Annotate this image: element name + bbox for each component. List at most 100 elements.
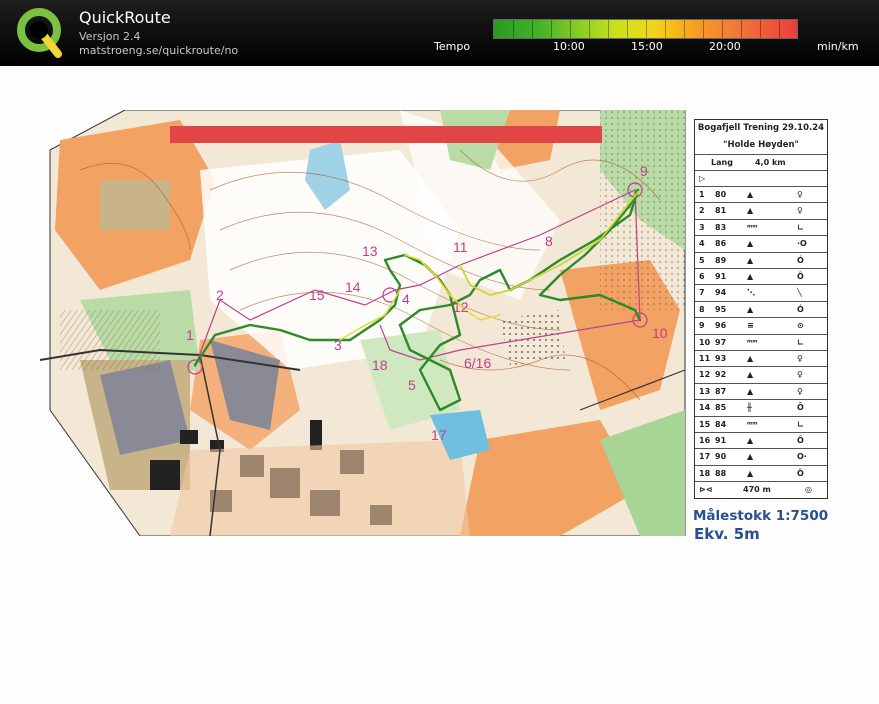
control-number: 7 — [699, 288, 705, 298]
card-control-row: 14 85 ╫ Ō — [695, 399, 827, 416]
control-detail-icon: ·O — [797, 239, 807, 249]
control-detail-icon: ♀ — [797, 386, 803, 396]
card-control-row: 11 93 ▲ ♀ — [695, 350, 827, 367]
control-code: 80 — [715, 190, 727, 199]
control-feature-icon: ᵐᵐ — [747, 222, 758, 232]
control-label: 2 — [216, 287, 224, 303]
finish-distance: 470 m — [743, 485, 771, 494]
control-label: 15 — [309, 287, 325, 303]
control-code: 87 — [715, 386, 727, 396]
control-detail-icon: Ô — [797, 272, 804, 281]
control-detail-icon: ∟ — [797, 419, 804, 429]
control-detail-icon: Ó — [797, 304, 804, 314]
control-label: 12 — [453, 299, 469, 315]
control-number: 6 — [699, 272, 705, 281]
control-number: 4 — [699, 239, 705, 249]
control-number: 17 — [699, 452, 711, 462]
control-detail-icon: O· — [797, 452, 807, 462]
card-control-row: 9 96 ≡ ⊙ — [695, 317, 827, 334]
card-control-row: 10 97 ᵐᵐ ∟ — [695, 333, 827, 351]
control-number: 2 — [699, 206, 705, 216]
control-feature-icon: ▲ — [747, 272, 754, 281]
control-code: 96 — [715, 321, 727, 331]
control-label: 14 — [345, 279, 361, 295]
map-scale: Målestokk 1:7500 — [693, 508, 829, 524]
control-label: 13 — [362, 243, 378, 259]
control-label: 18 — [372, 357, 388, 373]
card-control-row: 7 94 ⋱ ╲ — [695, 284, 827, 301]
control-code: 93 — [715, 354, 727, 363]
control-label: 1 — [186, 327, 194, 343]
control-feature-icon: ⋱ — [747, 288, 755, 298]
control-code: 90 — [715, 452, 727, 462]
control-code: 91 — [715, 436, 727, 445]
card-control-row: 8 95 ▲ Ó — [695, 300, 827, 318]
tempo-label: Tempo — [434, 40, 471, 53]
quickroute-logo-icon — [17, 8, 62, 58]
control-detail-icon: ♀ — [797, 370, 803, 380]
finish-funnel-icon: ⊳⊲ — [699, 485, 713, 494]
tempo-unit: min/km — [817, 40, 859, 53]
tempo-tick-10: 10:00 — [553, 40, 585, 53]
control-feature-icon: ▲ — [747, 370, 754, 380]
control-label: 11 — [453, 239, 468, 255]
control-number: 8 — [699, 304, 705, 314]
card-control-row: 18 88 ▲ Ô — [695, 464, 827, 482]
card-control-row: 4 86 ▲ ·O — [695, 235, 827, 252]
control-feature-icon: ▲ — [747, 190, 754, 199]
control-number: 5 — [699, 255, 705, 265]
control-feature-icon: ▲ — [747, 354, 754, 363]
control-number: 14 — [699, 403, 711, 413]
card-finish-row: ⊳⊲ 470 m ◎ — [695, 481, 827, 498]
control-feature-icon: ≡ — [747, 321, 754, 331]
card-control-row: 13 87 ▲ ♀ — [695, 382, 827, 400]
control-feature-icon: ▲ — [747, 436, 754, 445]
card-control-row: 12 92 ▲ ♀ — [695, 366, 827, 383]
control-detail-icon: Ô — [797, 436, 804, 445]
control-code: 86 — [715, 239, 727, 249]
tempo-highlight-bar — [170, 126, 602, 143]
control-number: 9 — [699, 321, 705, 331]
control-detail-icon: ♀ — [797, 206, 803, 216]
control-label: 8 — [545, 233, 553, 249]
card-control-row: 6 91 ▲ Ô — [695, 268, 827, 285]
control-detail-icon: ╲ — [797, 288, 802, 298]
control-label: 6/16 — [464, 355, 491, 371]
control-number: 15 — [699, 419, 711, 429]
orienteering-map[interactable]: 1 2 3 4 5 6/16 8 9 10 11 12 13 14 15 17 … — [40, 110, 690, 536]
tempo-tick-15: 15:00 — [631, 40, 663, 53]
card-control-row: 3 83 ᵐᵐ ∟ — [695, 218, 827, 236]
control-label: 5 — [408, 377, 416, 393]
control-code: 94 — [715, 288, 727, 298]
control-feature-icon: ▲ — [747, 468, 754, 478]
control-feature-icon: ▲ — [747, 452, 754, 462]
card-control-row: 5 89 ▲ Ó — [695, 251, 827, 269]
start-triangle-icon: ▷ — [699, 174, 706, 183]
control-detail-icon: Ō — [797, 403, 804, 413]
control-code: 91 — [715, 272, 727, 281]
card-title: Bogafjell Trening 29.10.24 — [697, 123, 825, 133]
control-number: 3 — [699, 222, 705, 232]
card-control-row: 15 84 ᵐᵐ ∟ — [695, 415, 827, 433]
control-feature-icon: ▲ — [747, 206, 754, 216]
control-label: 9 — [640, 163, 648, 179]
control-feature-icon: ▲ — [747, 255, 754, 265]
control-code: 88 — [715, 468, 727, 478]
control-number: 10 — [699, 337, 711, 347]
control-code: 85 — [715, 403, 727, 413]
control-feature-icon: ▲ — [747, 304, 754, 314]
control-detail-icon: Ó — [797, 255, 804, 265]
control-code: 89 — [715, 255, 727, 265]
control-code: 97 — [715, 337, 727, 347]
finish-circle-icon: ◎ — [805, 485, 812, 494]
control-feature-icon: ▲ — [747, 386, 754, 396]
control-code: 84 — [715, 419, 727, 429]
control-label: 3 — [334, 337, 342, 353]
control-number: 16 — [699, 436, 711, 445]
control-number: 13 — [699, 386, 711, 396]
app-title: QuickRoute — [79, 8, 171, 27]
course-length: 4,0 km — [755, 158, 786, 167]
card-control-row: 1 80 ▲ ♀ — [695, 186, 827, 203]
control-number: 1 — [699, 190, 705, 199]
course-name: Lang — [711, 158, 733, 167]
